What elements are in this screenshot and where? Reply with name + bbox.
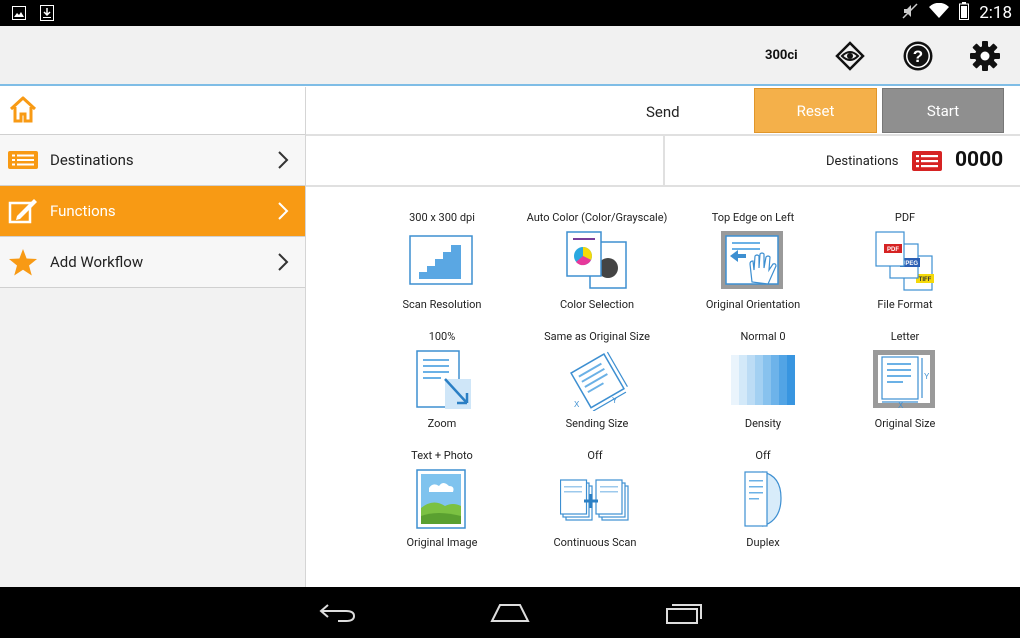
eye-diamond-icon <box>835 41 865 71</box>
home-icon <box>9 96 37 123</box>
svg-text:X: X <box>898 401 904 410</box>
battery-icon <box>959 2 970 24</box>
sidebar-item-destinations[interactable]: Destinations <box>0 135 305 186</box>
duplex-page-icon <box>744 471 782 527</box>
setting-name: Color Selection <box>559 298 635 311</box>
duplex-setting[interactable]: Off Duplex <box>683 449 843 549</box>
list-icon <box>8 151 38 169</box>
setting-value: Same as Original Size <box>544 330 650 343</box>
svg-text:PDF: PDF <box>887 247 899 253</box>
destinations-label[interactable]: Destinations <box>826 154 899 169</box>
setting-value: Off <box>755 449 771 462</box>
setting-value: 300 x 300 dpi <box>409 211 475 224</box>
setting-value: Top Edge on Left <box>711 211 795 224</box>
color-selection-setting[interactable]: Auto Color (Color/Grayscale) Color Selec… <box>517 211 677 311</box>
sidebar-item-label: Add Workflow <box>50 253 144 271</box>
setting-name: Original Image <box>406 536 478 549</box>
gear-icon <box>970 41 1000 71</box>
svg-text:TIFF: TIFF <box>919 277 932 283</box>
star-icon <box>9 249 37 276</box>
hand-page-icon <box>721 231 783 289</box>
home-nav-icon[interactable] <box>490 601 530 623</box>
color-pages-icon <box>566 231 627 289</box>
clock: 2:18 <box>979 3 1012 23</box>
wifi-icon <box>929 2 950 23</box>
scan-resolution-setting[interactable]: 300 x 300 dpi Scan Resolution <box>362 211 522 311</box>
density-gradient-icon <box>731 355 795 405</box>
page-xy-icon: Y X <box>873 350 935 410</box>
file-format-setting[interactable]: PDF TIFF JPEG PDF File Format <box>825 211 985 311</box>
app-header: 300ci ? <box>0 26 1020 86</box>
setting-value: Text + Photo <box>411 449 473 462</box>
svg-text:Y: Y <box>612 396 618 405</box>
destinations-count: 0000 <box>955 148 1004 172</box>
recent-apps-icon[interactable] <box>664 601 704 625</box>
rotated-page-icon: X Y <box>570 351 628 411</box>
chevron-right-icon <box>278 202 289 220</box>
sidebar-item-functions[interactable]: Functions <box>0 186 305 237</box>
sidebar-item-add-workflow[interactable]: Add Workflow <box>0 237 305 288</box>
setting-name: Sending Size <box>565 417 629 430</box>
send-label: Send <box>646 103 680 121</box>
sidebar-item-label: Destinations <box>50 151 134 169</box>
home-button[interactable] <box>0 87 305 135</box>
gallery-notification-icon <box>12 5 26 25</box>
preview-eye-button[interactable] <box>832 38 868 74</box>
status-bar: 2:18 <box>0 0 1020 26</box>
original-orientation-setting[interactable]: Top Edge on Left Original Orientation <box>673 211 833 311</box>
setting-value: 100% <box>428 330 456 343</box>
main-panel: Send Reset Start Destinations 0000 300 x… <box>306 87 1020 587</box>
destinations-bar: Destinations 0000 <box>306 136 1020 187</box>
sidebar: Destinations Functions Add Workflow <box>0 87 306 587</box>
file-formats-icon: TIFF JPEG PDF <box>875 231 934 291</box>
setting-name: Density <box>744 417 782 430</box>
setting-name: Zoom <box>427 417 457 430</box>
sending-size-setting[interactable]: Same as Original Size X Y Sending Size <box>517 330 677 430</box>
stacked-pages-icon <box>560 479 629 521</box>
back-icon[interactable] <box>318 601 358 623</box>
mute-icon <box>901 2 919 24</box>
chevron-right-icon <box>278 151 289 169</box>
system-nav-bar <box>0 587 1020 638</box>
svg-text:X: X <box>574 400 580 409</box>
original-image-setting[interactable]: Text + Photo Original Image <box>362 449 522 549</box>
svg-text:?: ? <box>913 47 923 66</box>
setting-value: Normal 0 <box>740 330 786 343</box>
destination-list-icon[interactable] <box>912 150 942 172</box>
zoom-setting[interactable]: 100% Zoom <box>362 330 522 430</box>
reset-button[interactable]: Reset <box>754 88 877 133</box>
setting-value: Auto Color (Color/Grayscale) <box>526 211 668 224</box>
settings-button[interactable] <box>967 38 1003 74</box>
zoom-page-icon <box>416 350 471 409</box>
chevron-right-icon <box>278 253 289 271</box>
continuous-scan-setting[interactable]: Off Continuous Scan <box>515 449 675 549</box>
setting-name: File Format <box>877 298 933 311</box>
action-bar: Send Reset Start <box>306 87 1020 136</box>
setting-name: Original Orientation <box>705 298 801 311</box>
sidebar-item-label: Functions <box>50 202 116 220</box>
setting-name: Original Size <box>874 417 936 430</box>
scanner-model-label: 300ci <box>765 48 798 63</box>
download-notification-icon <box>40 5 54 25</box>
original-size-setting[interactable]: Letter Y X Original Size <box>825 330 985 430</box>
setting-value: PDF <box>894 211 916 224</box>
help-icon: ? <box>903 41 933 71</box>
help-button[interactable]: ? <box>900 38 936 74</box>
setting-value: Off <box>587 449 603 462</box>
setting-value: Letter <box>890 330 920 343</box>
setting-name: Duplex <box>746 536 780 549</box>
stairs-icon <box>409 235 473 285</box>
density-setting[interactable]: Normal 0 Density <box>683 330 843 430</box>
svg-text:Y: Y <box>924 372 930 381</box>
setting-name: Continuous Scan <box>553 536 637 549</box>
start-button[interactable]: Start <box>882 88 1004 133</box>
pen-box-icon <box>8 199 37 224</box>
landscape-photo-icon <box>416 469 466 529</box>
divider <box>663 136 665 185</box>
setting-name: Scan Resolution <box>402 298 482 311</box>
